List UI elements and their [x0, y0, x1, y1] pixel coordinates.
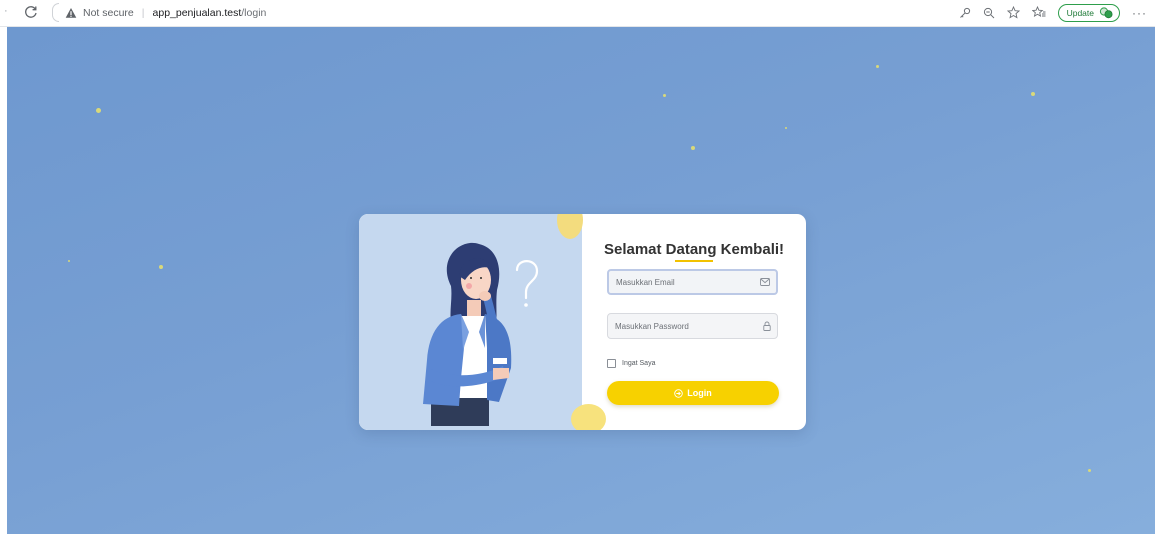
- favorites-icon[interactable]: [1031, 6, 1046, 19]
- lock-icon: [763, 321, 771, 331]
- decorative-circle: [557, 214, 583, 239]
- sparkle-dot: [1088, 469, 1091, 472]
- remember-me[interactable]: Ingat Saya: [607, 359, 655, 368]
- sparkle-dot: [96, 108, 101, 113]
- sparkle-dot: [663, 94, 666, 97]
- not-secure-label[interactable]: Not secure: [83, 7, 134, 19]
- profile-icon: [1099, 6, 1113, 18]
- email-input[interactable]: [616, 271, 751, 293]
- sparkle-dot: [691, 146, 695, 150]
- update-button[interactable]: Update: [1057, 3, 1120, 22]
- update-button-label: Update: [1066, 7, 1094, 18]
- title-underline: [675, 260, 713, 262]
- address-separator: |: [141, 6, 145, 19]
- browser-toolbar: · Not secure | app_penjualan.test/login: [0, 0, 1155, 27]
- sparkle-dot: [68, 260, 70, 262]
- reload-icon[interactable]: [22, 3, 40, 21]
- zoom-icon[interactable]: [983, 7, 995, 19]
- login-button-label: Login: [687, 388, 712, 398]
- sparkle-dot: [785, 127, 787, 129]
- sparkle-dot: [159, 265, 163, 269]
- sparkle-dot: [876, 65, 879, 68]
- thinking-woman-illustration: [423, 242, 539, 426]
- key-icon[interactable]: [959, 7, 971, 19]
- star-icon[interactable]: [1006, 6, 1020, 19]
- page-title: Selamat Datang Kembali!: [603, 241, 785, 258]
- login-page: Selamat Datang Kembali! Ingat Saya: [7, 27, 1155, 534]
- illustration-panel: [359, 214, 583, 430]
- password-field[interactable]: [607, 313, 778, 339]
- warning-icon[interactable]: [65, 7, 77, 19]
- remember-me-label: Ingat Saya: [622, 360, 656, 367]
- sparkle-dot: [1031, 92, 1035, 96]
- password-input[interactable]: [615, 314, 750, 338]
- more-menu-button[interactable]: ···: [1132, 6, 1147, 20]
- address-bar[interactable]: Not secure | app_penjualan.test/login: [52, 3, 472, 22]
- login-button[interactable]: Login: [607, 381, 779, 405]
- browser-actions: Update ···: [959, 3, 1147, 22]
- login-form: Selamat Datang Kembali! Ingat Saya: [582, 214, 806, 430]
- login-icon: [674, 388, 683, 398]
- address-bar-edge: [52, 3, 59, 22]
- email-field[interactable]: [607, 269, 778, 295]
- question-mark-icon: [515, 260, 539, 307]
- login-card: Selamat Datang Kembali! Ingat Saya: [359, 214, 806, 430]
- url-host[interactable]: app_penjualan.test: [153, 7, 242, 19]
- url-path[interactable]: /login: [241, 7, 266, 19]
- envelope-icon: [760, 278, 770, 286]
- remember-me-checkbox[interactable]: [607, 359, 616, 368]
- back-indicator: ·: [4, 5, 8, 17]
